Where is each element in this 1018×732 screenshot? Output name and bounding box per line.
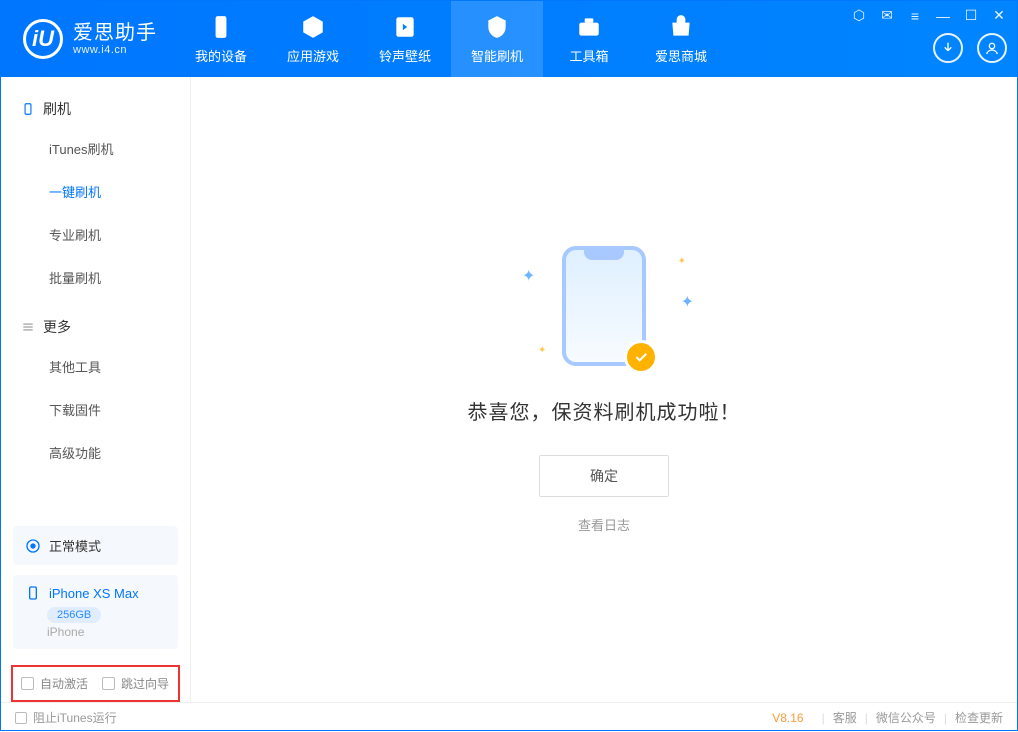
tab-label: 爱思商城 [655, 46, 707, 65]
sidebar: 刷机 iTunes刷机 一键刷机 专业刷机 批量刷机 更多 其他工具 下载固件 … [1, 77, 191, 702]
tab-smart-flash[interactable]: 智能刷机 [451, 1, 543, 77]
logo: iU 爱思助手 www.i4.cn [1, 1, 175, 77]
tab-ringtone-wallpaper[interactable]: 铃声壁纸 [359, 1, 451, 77]
logo-icon: iU [23, 19, 63, 59]
sidebar-section-more: 更多 [1, 309, 190, 345]
close-icon[interactable]: ✕ [991, 7, 1007, 24]
checkbox-block-itunes[interactable]: 阻止iTunes运行 [15, 709, 117, 726]
tab-label: 智能刷机 [471, 46, 523, 65]
checkbox-icon [21, 677, 34, 690]
sidebar-item-other-tools[interactable]: 其他工具 [1, 345, 190, 388]
main-content: ✦✦ ✦✦ 恭喜您，保资料刷机成功啦！ 确定 查看日志 [191, 77, 1017, 702]
tab-label: 工具箱 [569, 46, 608, 65]
device-type: iPhone [47, 625, 166, 639]
device-name: iPhone XS Max [49, 586, 139, 601]
flash-options-highlight: 自动激活 跳过向导 [11, 665, 180, 702]
success-message: 恭喜您，保资料刷机成功啦！ [468, 396, 741, 425]
device-storage: 256GB [47, 607, 101, 623]
tab-label: 应用游戏 [287, 46, 339, 65]
support-link[interactable]: 客服 [833, 709, 857, 726]
update-link[interactable]: 检查更新 [955, 709, 1003, 726]
tab-label: 我的设备 [195, 46, 247, 65]
skin-icon[interactable]: ⬡ [851, 7, 867, 24]
check-icon [624, 340, 658, 374]
sidebar-item-pro-flash[interactable]: 专业刷机 [1, 213, 190, 256]
maximize-icon[interactable]: ☐ [963, 7, 979, 24]
mode-card[interactable]: 正常模式 [13, 526, 178, 565]
tab-toolbox[interactable]: 工具箱 [543, 1, 635, 77]
app-title: 爱思助手 [73, 22, 157, 44]
device-card[interactable]: iPhone XS Max 256GB iPhone [13, 575, 178, 649]
sidebar-item-batch-flash[interactable]: 批量刷机 [1, 256, 190, 299]
checkbox-auto-activate[interactable]: 自动激活 [21, 675, 88, 692]
version-label: V8.16 [772, 711, 803, 725]
header-actions [933, 33, 1007, 63]
tab-store[interactable]: 爱思商城 [635, 1, 727, 77]
sidebar-item-itunes-flash[interactable]: iTunes刷机 [1, 127, 190, 170]
user-icon[interactable] [977, 33, 1007, 63]
sidebar-item-oneclick-flash[interactable]: 一键刷机 [1, 170, 190, 213]
status-bar: 阻止iTunes运行 V8.16 | 客服 | 微信公众号 | 检查更新 [1, 702, 1017, 732]
download-icon[interactable] [933, 33, 963, 63]
tab-label: 铃声壁纸 [379, 46, 431, 65]
tab-my-device[interactable]: 我的设备 [175, 1, 267, 77]
app-header: iU 爱思助手 www.i4.cn 我的设备 应用游戏 铃声壁纸 智能刷机 工具… [1, 1, 1017, 77]
view-log-link[interactable]: 查看日志 [578, 515, 630, 534]
feedback-icon[interactable]: ✉ [879, 7, 895, 24]
sidebar-item-advanced[interactable]: 高级功能 [1, 431, 190, 474]
sidebar-section-flash: 刷机 [1, 91, 190, 127]
checkbox-icon [15, 712, 27, 724]
ok-button[interactable]: 确定 [539, 455, 669, 497]
minimize-icon[interactable]: — [935, 8, 951, 24]
tab-apps-games[interactable]: 应用游戏 [267, 1, 359, 77]
checkbox-skip-guide[interactable]: 跳过向导 [102, 675, 169, 692]
window-controls: ⬡ ✉ ≡ — ☐ ✕ [851, 7, 1007, 24]
success-illustration: ✦✦ ✦✦ [562, 246, 646, 366]
app-subtitle: www.i4.cn [73, 44, 157, 56]
wechat-link[interactable]: 微信公众号 [876, 709, 936, 726]
mode-label: 正常模式 [49, 536, 101, 555]
checkbox-icon [102, 677, 115, 690]
sidebar-item-download-firmware[interactable]: 下载固件 [1, 388, 190, 431]
menu-icon[interactable]: ≡ [907, 8, 923, 24]
